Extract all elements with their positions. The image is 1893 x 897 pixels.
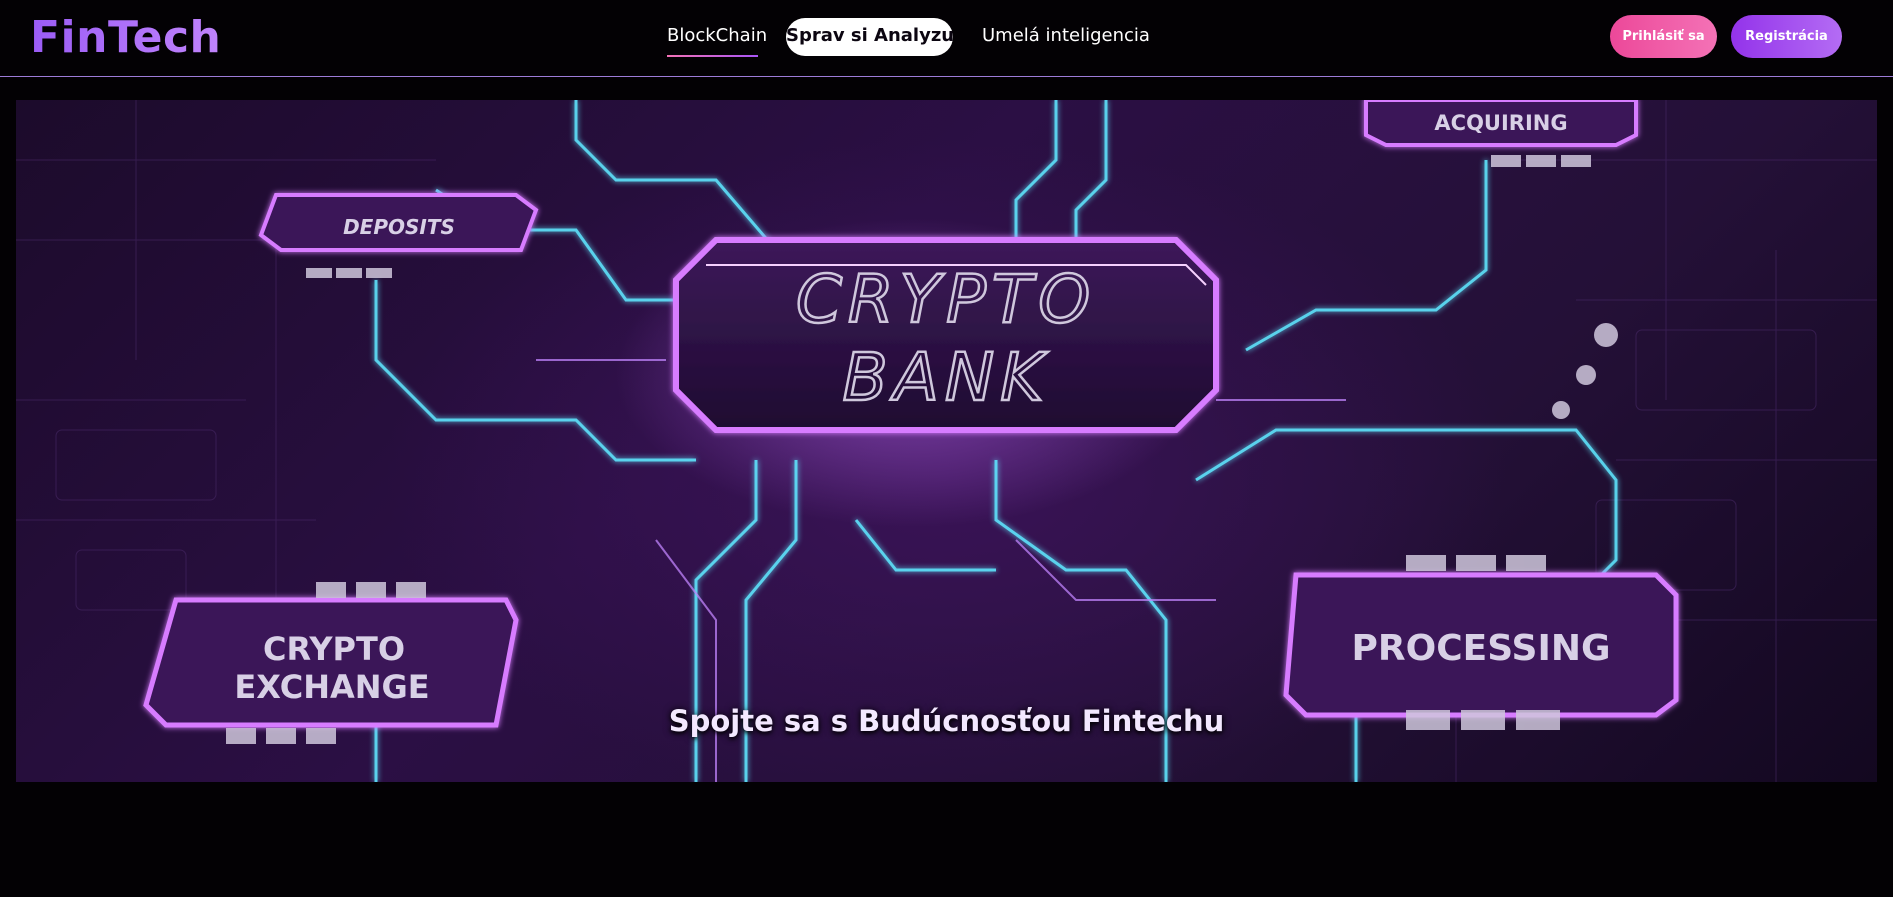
register-button[interactable]: Registrácia [1731, 15, 1842, 58]
chip-label-crypto-exchange-2: EXCHANGE [234, 668, 429, 706]
login-button[interactable]: Prihlásiť sa [1610, 15, 1717, 58]
hero-caption: Spojte sa s Budúcnosťou Fintechu [668, 704, 1225, 738]
nav-link-analyza[interactable]: Sprav si Analyzu [786, 18, 954, 56]
chip-label-crypto-exchange-1: CRYPTO [263, 630, 405, 668]
chip-label-acquiring: ACQUIRING [1434, 111, 1567, 135]
chip-label-processing: PROCESSING [1351, 628, 1610, 669]
chip-label-deposits: DEPOSITS [343, 215, 455, 239]
hero-banner: CRYPTO BANK DEPOSITS ACQUIRING CRYPTO EX… [16, 100, 1877, 782]
brand-logo[interactable]: FinTech [30, 10, 221, 66]
top-navbar: FinTech BlockChain Sprav si Analyzu Umel… [0, 0, 1893, 77]
nav-link-blockchain[interactable]: BlockChain [667, 18, 767, 57]
nav-link-ai[interactable]: Umelá inteligencia [982, 18, 1150, 56]
hero-circuit-image: CRYPTO BANK DEPOSITS ACQUIRING CRYPTO EX… [16, 100, 1877, 782]
chip-label-crypto: CRYPTO [796, 261, 1096, 338]
chip-label-bank: BANK [842, 339, 1049, 416]
